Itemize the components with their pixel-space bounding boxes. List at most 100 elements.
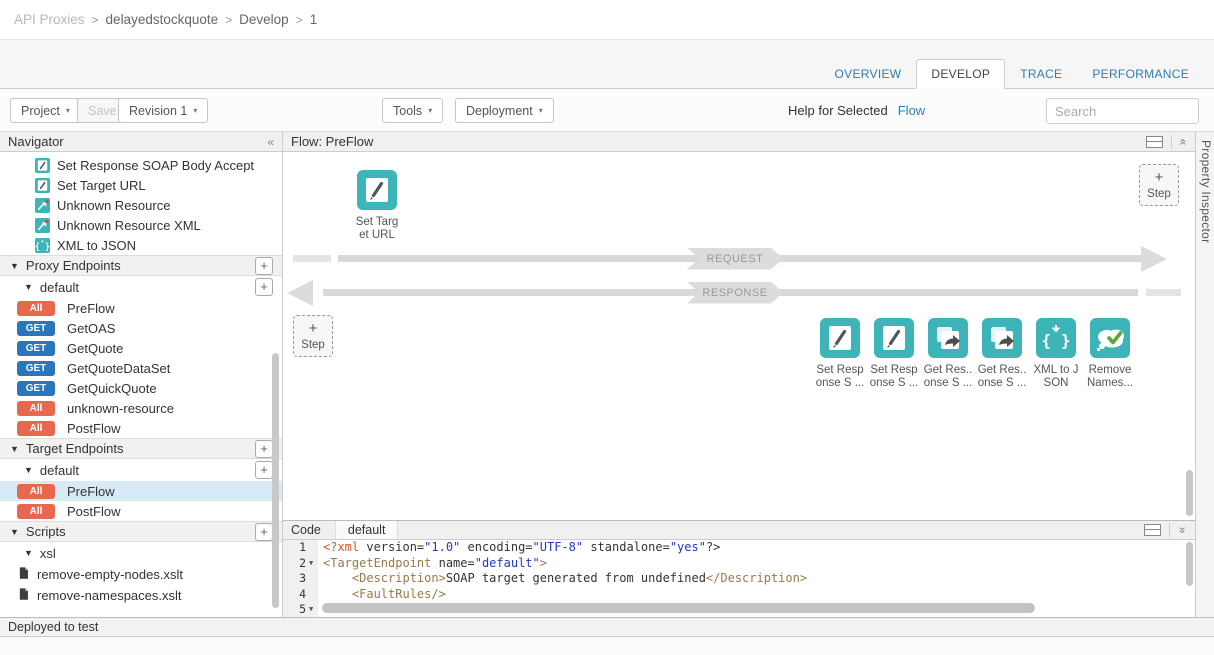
svg-text:{ }: { } (1042, 331, 1071, 350)
code-horizontal-scrollbar[interactable] (322, 603, 1035, 613)
pencil-policy-icon (35, 158, 50, 173)
flow-row-postflow[interactable]: All PostFlow (0, 501, 282, 521)
collapse-flow-panel-icon[interactable]: « (1177, 138, 1191, 145)
gutter-spacer (309, 587, 318, 603)
add-scripts-button[interactable]: + (255, 523, 273, 541)
revision-menu-button[interactable]: Revision 1▾ (118, 98, 208, 123)
flow-row-getquickquote[interactable]: GETGetQuickQuote (0, 378, 282, 398)
flow-step[interactable]: RemoveNames... (1083, 318, 1137, 390)
pencil-step-icon[interactable] (820, 318, 860, 358)
breadcrumb-item[interactable]: API Proxies (14, 12, 85, 27)
navigator-policy-item[interactable]: Unknown Resource XML (0, 215, 282, 235)
line-number: 4 (283, 587, 309, 603)
section-header-proxy-endpoints[interactable]: ▼Proxy Endpoints+ (0, 255, 282, 276)
pencil-step-icon[interactable] (874, 318, 914, 358)
policy-label: Unknown Resource XML (57, 218, 201, 233)
help-for-selected-label: Help for Selected (788, 103, 888, 118)
flow-scrollbar[interactable] (1186, 470, 1193, 516)
project-menu-button[interactable]: Project▾ (10, 98, 81, 123)
collapse-code-panel-icon[interactable]: « (1175, 527, 1189, 534)
flow-label: GetQuoteDataSet (67, 361, 170, 376)
property-inspector-label: Property Inspector (1199, 132, 1213, 243)
navigator-policy-item[interactable]: Unknown Resource (0, 195, 282, 215)
deployment-menu-button[interactable]: Deployment▾ (455, 98, 554, 123)
add-step-response-button[interactable]: + Step (293, 315, 333, 357)
code-editor[interactable]: 1 <?xml version="1.0" encoding="UTF-8" st… (283, 540, 1195, 617)
tab-performance[interactable]: PERFORMANCE (1077, 59, 1204, 89)
add-flow-button[interactable]: + (255, 461, 273, 479)
cloudcheck-step-icon[interactable] (1090, 318, 1130, 358)
help-flow-link[interactable]: Flow (898, 103, 925, 118)
flow-label: PostFlow (67, 504, 120, 519)
flow-label: PreFlow (67, 301, 115, 316)
flow-step[interactable]: Get Res..onse S ... (975, 318, 1029, 390)
flow-title: Flow: PreFlow (291, 134, 373, 149)
add-flow-button[interactable]: + (255, 278, 273, 296)
add-step-request-button[interactable]: + Step (1139, 164, 1179, 206)
tab-bar: OVERVIEWDEVELOPTRACEPERFORMANCE (0, 39, 1214, 89)
line-number: 1 (283, 540, 309, 556)
method-badge: GET (17, 321, 55, 336)
gutter-spacer (309, 540, 318, 556)
code-text: <?xml version="1.0" encoding="UTF-8" sta… (318, 540, 720, 556)
braces-step-icon[interactable]: { } (1036, 318, 1076, 358)
script-file-row[interactable]: remove-empty-nodes.xslt (0, 564, 282, 585)
method-badge: All (17, 301, 55, 316)
code-file-tab[interactable]: default (335, 521, 399, 539)
group-row-default[interactable]: ▼default+ (0, 276, 282, 298)
fold-toggle-icon[interactable]: ▼ (309, 556, 318, 572)
add-proxy-endpoints-button[interactable]: + (255, 257, 273, 275)
code-vertical-scrollbar[interactable] (1186, 542, 1193, 586)
property-inspector-rail[interactable]: Property Inspector (1195, 132, 1214, 617)
flow-label: GetQuickQuote (67, 381, 157, 396)
policy-label: Set Response SOAP Body Accept (57, 158, 254, 173)
line-number: 3 (283, 571, 309, 587)
method-badge: All (17, 504, 55, 519)
section-label: Target Endpoints (26, 441, 255, 456)
flow-row-preflow[interactable]: All PreFlow (0, 298, 282, 318)
flow-step[interactable]: Get Res..onse S ... (921, 318, 975, 390)
flow-row-getquote[interactable]: GETGetQuote (0, 338, 282, 358)
breadcrumb: API Proxies>delayedstockquote>Develop>1 (0, 0, 1214, 39)
tab-develop[interactable]: DEVELOP (916, 59, 1005, 89)
collapse-navigator-icon[interactable]: « (267, 135, 274, 149)
braces-policy-icon: { } (35, 238, 50, 253)
flow-row-unknown-resource[interactable]: Allunknown-resource (0, 398, 282, 418)
flow-step[interactable]: { } XML to JSON (1029, 318, 1083, 390)
navigator-policy-item[interactable]: Set Target URL (0, 175, 282, 195)
section-header-target-endpoints[interactable]: ▼Target Endpoints+ (0, 438, 282, 459)
flow-row-postflow[interactable]: AllPostFlow (0, 418, 282, 438)
step-label: XML to JSON (1034, 364, 1079, 390)
navigator-scrollbar[interactable] (272, 353, 279, 608)
group-row-xsl[interactable]: ▼xsl (0, 542, 282, 564)
chevron-down-icon: ▼ (24, 282, 33, 292)
flow-step[interactable]: Set Response S ... (867, 318, 921, 390)
split-pane-icon[interactable] (1144, 524, 1161, 536)
search-input[interactable] (1046, 98, 1199, 124)
section-header-scripts[interactable]: ▼Scripts+ (0, 521, 282, 542)
pencil-step-icon[interactable] (357, 170, 397, 210)
navigator-policy-item[interactable]: Set Response SOAP Body Accept (0, 155, 282, 175)
tab-overview[interactable]: OVERVIEW (820, 59, 917, 89)
group-row-default[interactable]: ▼default+ (0, 459, 282, 481)
method-badge: All (17, 421, 55, 436)
fold-toggle-icon[interactable]: ▼ (309, 602, 318, 617)
response-track-end (1146, 289, 1181, 296)
step-label: Set Response S ... (816, 364, 865, 390)
navigator-policy-item[interactable]: { }XML to JSON (0, 235, 282, 255)
flow-row-getoas[interactable]: GETGetOAS (0, 318, 282, 338)
flow-step[interactable]: Set Response S ... (813, 318, 867, 390)
breadcrumb-item: 1 (310, 12, 318, 27)
group-label: xsl (40, 546, 273, 561)
script-file-row[interactable]: remove-namespaces.xslt (0, 585, 282, 606)
breadcrumb-separator: > (92, 13, 99, 27)
add-target-endpoints-button[interactable]: + (255, 440, 273, 458)
tools-menu-button[interactable]: Tools▾ (382, 98, 443, 123)
flow-row-getquotedataset[interactable]: GETGetQuoteDataSet (0, 358, 282, 378)
tab-trace[interactable]: TRACE (1005, 59, 1077, 89)
split-pane-icon[interactable] (1146, 136, 1163, 148)
copy-step-icon[interactable] (982, 318, 1022, 358)
flow-step[interactable]: Set Target URL (350, 170, 404, 242)
copy-step-icon[interactable] (928, 318, 968, 358)
flow-row-preflow[interactable]: AllPreFlow (0, 481, 282, 501)
